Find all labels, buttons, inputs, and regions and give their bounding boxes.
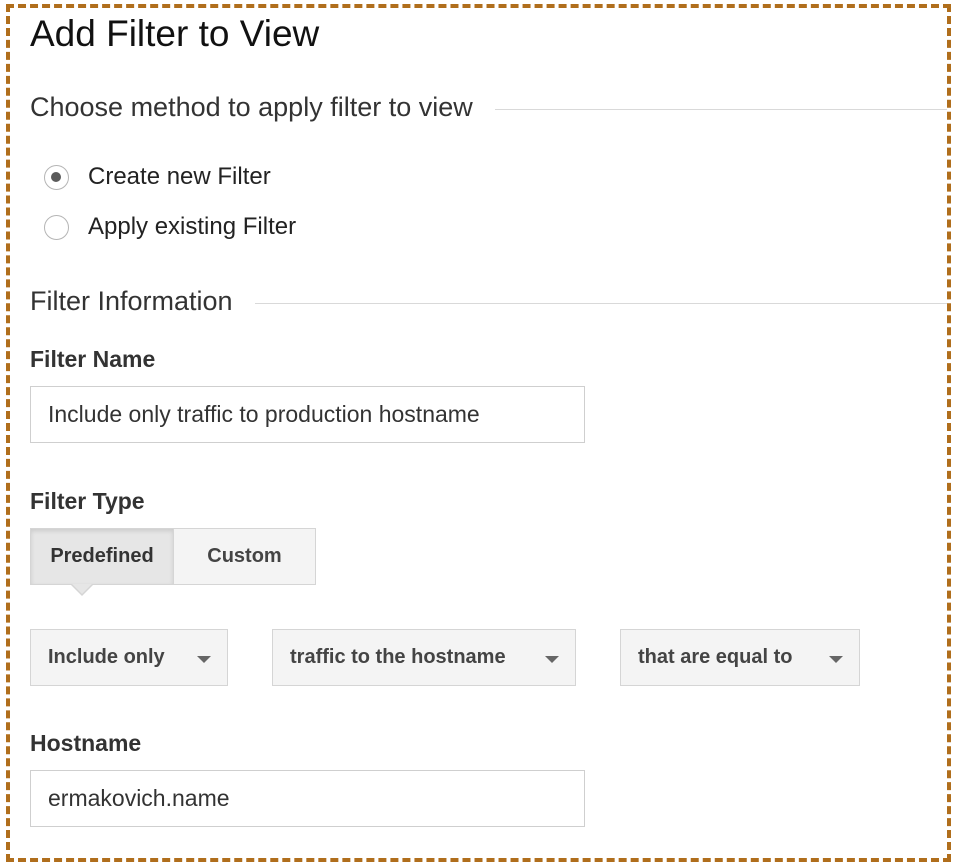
chevron-down-icon (545, 656, 559, 663)
filter-info-section-title: Filter Information (30, 286, 233, 316)
section-divider (494, 108, 947, 110)
radio-create-new-filter[interactable]: Create new Filter (44, 163, 271, 191)
method-section-header: Choose method to apply filter to view (30, 90, 947, 124)
expression-dropdown[interactable]: that are equal to (620, 629, 860, 686)
source-dropdown[interactable]: traffic to the hostname (272, 629, 576, 686)
filter-name-input[interactable] (30, 386, 585, 443)
filter-info-section-header: Filter Information (30, 284, 947, 318)
hostname-label: Hostname (30, 730, 142, 756)
radio-apply-existing-filter[interactable]: Apply existing Filter (44, 213, 296, 241)
include-exclude-value: Include only (48, 646, 165, 668)
page-title: Add Filter to View (30, 13, 320, 54)
dialog-frame: Add Filter to View Choose method to appl… (6, 4, 951, 862)
radio-checked-icon[interactable] (44, 164, 69, 190)
hostname-input[interactable] (30, 770, 585, 827)
radio-label-apply-existing: Apply existing Filter (88, 213, 297, 240)
include-exclude-dropdown[interactable]: Include only (30, 629, 228, 686)
tab-predefined[interactable]: Predefined (30, 528, 174, 585)
radio-unchecked-icon[interactable] (44, 214, 69, 240)
source-value: traffic to the hostname (290, 646, 506, 668)
filter-name-label: Filter Name (30, 346, 156, 372)
filter-type-label: Filter Type (30, 488, 145, 514)
tab-custom[interactable]: Custom (174, 528, 316, 585)
filter-type-toggle: Predefined Custom (30, 528, 316, 585)
radio-label-create-new: Create new Filter (88, 163, 271, 190)
section-divider (254, 302, 947, 304)
chevron-down-icon (829, 656, 843, 663)
chevron-down-icon (197, 656, 211, 663)
method-section-title: Choose method to apply filter to view (30, 92, 473, 122)
expression-value: that are equal to (638, 646, 793, 668)
active-tab-pointer-fill (72, 584, 92, 594)
